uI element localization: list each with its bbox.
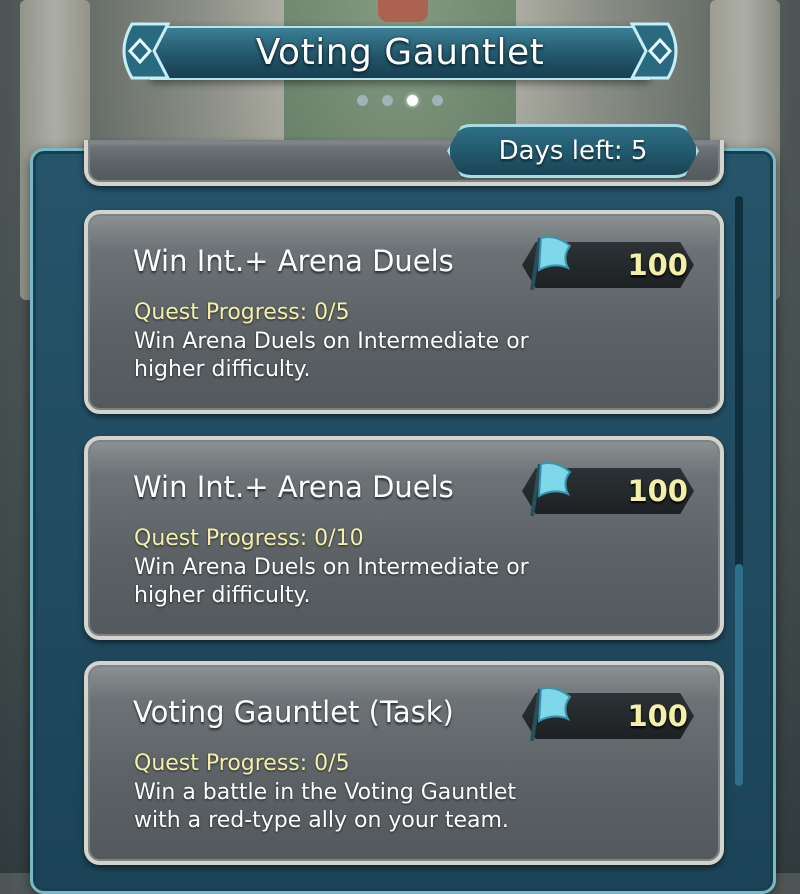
scrollbar-thumb[interactable]: [735, 564, 743, 786]
quest-progress: Quest Progress: 0/5: [134, 300, 350, 325]
quest-progress: Quest Progress: 0/5: [134, 751, 350, 776]
quest-description: Win Arena Duels on Intermediate or highe…: [134, 555, 529, 608]
page-title: Voting Gauntlet: [255, 32, 545, 73]
quest-description: Win a battle in the Voting Gauntlet with…: [134, 780, 517, 833]
quest-card[interactable]: Win Int.+ Arena Duels 100 Quest Progress…: [84, 210, 724, 414]
quest-title: Voting Gauntlet (Task): [133, 695, 454, 729]
page-indicator[interactable]: [0, 95, 800, 106]
flag-icon: [530, 687, 572, 742]
reward-value: 100: [627, 474, 688, 508]
quest-card[interactable]: Win Int.+ Arena Duels 100 Quest Progress…: [84, 436, 724, 640]
page-dot[interactable]: [357, 95, 368, 106]
page-dot[interactable]: [382, 95, 393, 106]
quest-card[interactable]: Voting Gauntlet (Task) 100 Quest Progres…: [84, 661, 724, 865]
quest-title: Win Int.+ Arena Duels: [133, 470, 454, 504]
page-dot[interactable]: [432, 95, 443, 106]
flag-icon: [530, 236, 572, 291]
quest-progress: Quest Progress: 0/10: [134, 526, 364, 551]
days-left-label: Days left: 5: [498, 136, 648, 166]
quest-description: Win Arena Duels on Intermediate or highe…: [134, 329, 529, 382]
quest-title: Win Int.+ Arena Duels: [133, 244, 454, 278]
page-dot-active[interactable]: [407, 95, 418, 106]
reward-value: 100: [627, 248, 688, 282]
reward-value: 100: [627, 699, 688, 733]
title-banner: Voting Gauntlet: [110, 18, 690, 84]
days-left-badge: Days left: 5: [447, 124, 699, 178]
flag-icon: [530, 462, 572, 517]
